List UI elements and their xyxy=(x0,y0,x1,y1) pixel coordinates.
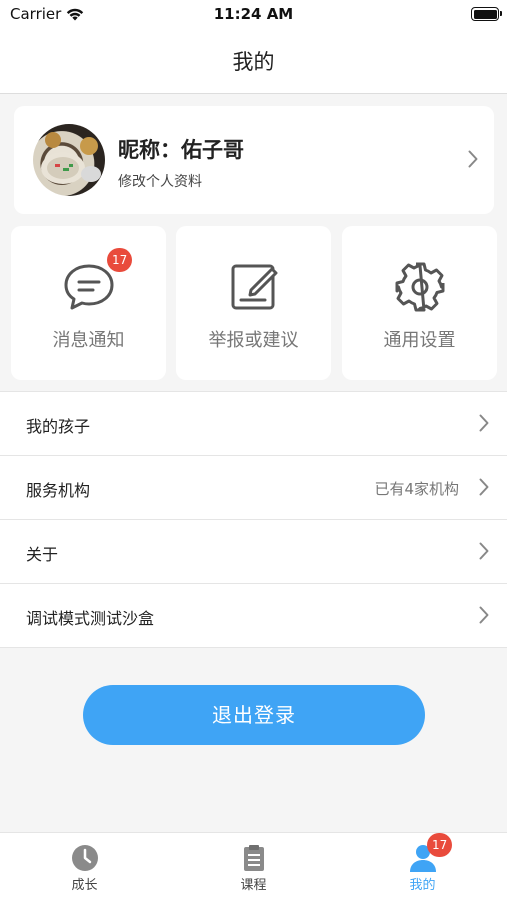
nav-bar: 我的 xyxy=(0,30,507,94)
profile-card[interactable]: 昵称：佑子哥 修改个人资料 xyxy=(14,106,494,214)
notification-badge: 17 xyxy=(107,248,133,272)
tab-growth[interactable]: 成长 xyxy=(0,833,169,900)
tile-label: 消息通知 xyxy=(52,330,125,351)
status-time: 11:24 AM xyxy=(213,5,294,23)
clock-icon xyxy=(71,845,98,871)
page-title: 我的 xyxy=(232,50,275,74)
avatar[interactable] xyxy=(33,124,105,196)
chevron-right-icon xyxy=(479,478,489,496)
list-divider xyxy=(0,647,507,648)
list-item-debug-sandbox[interactable]: 调试模式测试沙盒 xyxy=(0,583,507,647)
avatar-image xyxy=(41,132,101,184)
edit-profile-link[interactable]: 修改个人资料 xyxy=(118,171,202,191)
tab-label: 我的 xyxy=(409,878,436,893)
battery-icon xyxy=(471,7,502,21)
tile-label: 通用设置 xyxy=(383,330,456,351)
list-item-my-children[interactable]: 我的孩子 xyxy=(0,391,507,455)
tile-label: 举报或建议 xyxy=(208,330,299,351)
chevron-right-icon xyxy=(479,414,489,432)
tab-bar: 成长 课程 17 我的 xyxy=(0,832,507,900)
list-item-value: 已有4家机构 xyxy=(374,480,459,498)
tab-mine[interactable]: 17 我的 xyxy=(338,833,507,900)
chat-bubble-icon xyxy=(64,264,113,310)
tab-badge: 17 xyxy=(427,833,453,857)
tab-label: 成长 xyxy=(71,878,98,893)
list-item-label: 调试模式测试沙盒 xyxy=(26,609,155,628)
list-item-service-institutions[interactable]: 服务机构 已有4家机构 xyxy=(0,455,507,519)
tab-label: 课程 xyxy=(240,878,267,893)
list-item-label: 服务机构 xyxy=(26,481,91,500)
tab-courses[interactable]: 课程 xyxy=(169,833,338,900)
list-item-label: 关于 xyxy=(26,545,59,564)
tile-general-settings[interactable]: 通用设置 xyxy=(342,226,497,380)
nickname: 昵称：佑子哥 xyxy=(118,138,244,162)
status-bar: Carrier 11:24 AM xyxy=(0,0,507,30)
tile-notifications[interactable]: 17 消息通知 xyxy=(11,226,166,380)
tile-report-suggestion[interactable]: 举报或建议 xyxy=(176,226,331,380)
chevron-right-icon xyxy=(468,150,478,168)
logout-button[interactable]: 退出登录 xyxy=(83,685,425,745)
list-item-label: 我的孩子 xyxy=(26,417,91,436)
chevron-right-icon xyxy=(479,542,489,560)
list-item-about[interactable]: 关于 xyxy=(0,519,507,583)
clipboard-icon xyxy=(243,845,264,871)
chevron-right-icon xyxy=(479,606,489,624)
edit-note-icon xyxy=(231,264,277,310)
gear-icon xyxy=(395,262,444,312)
